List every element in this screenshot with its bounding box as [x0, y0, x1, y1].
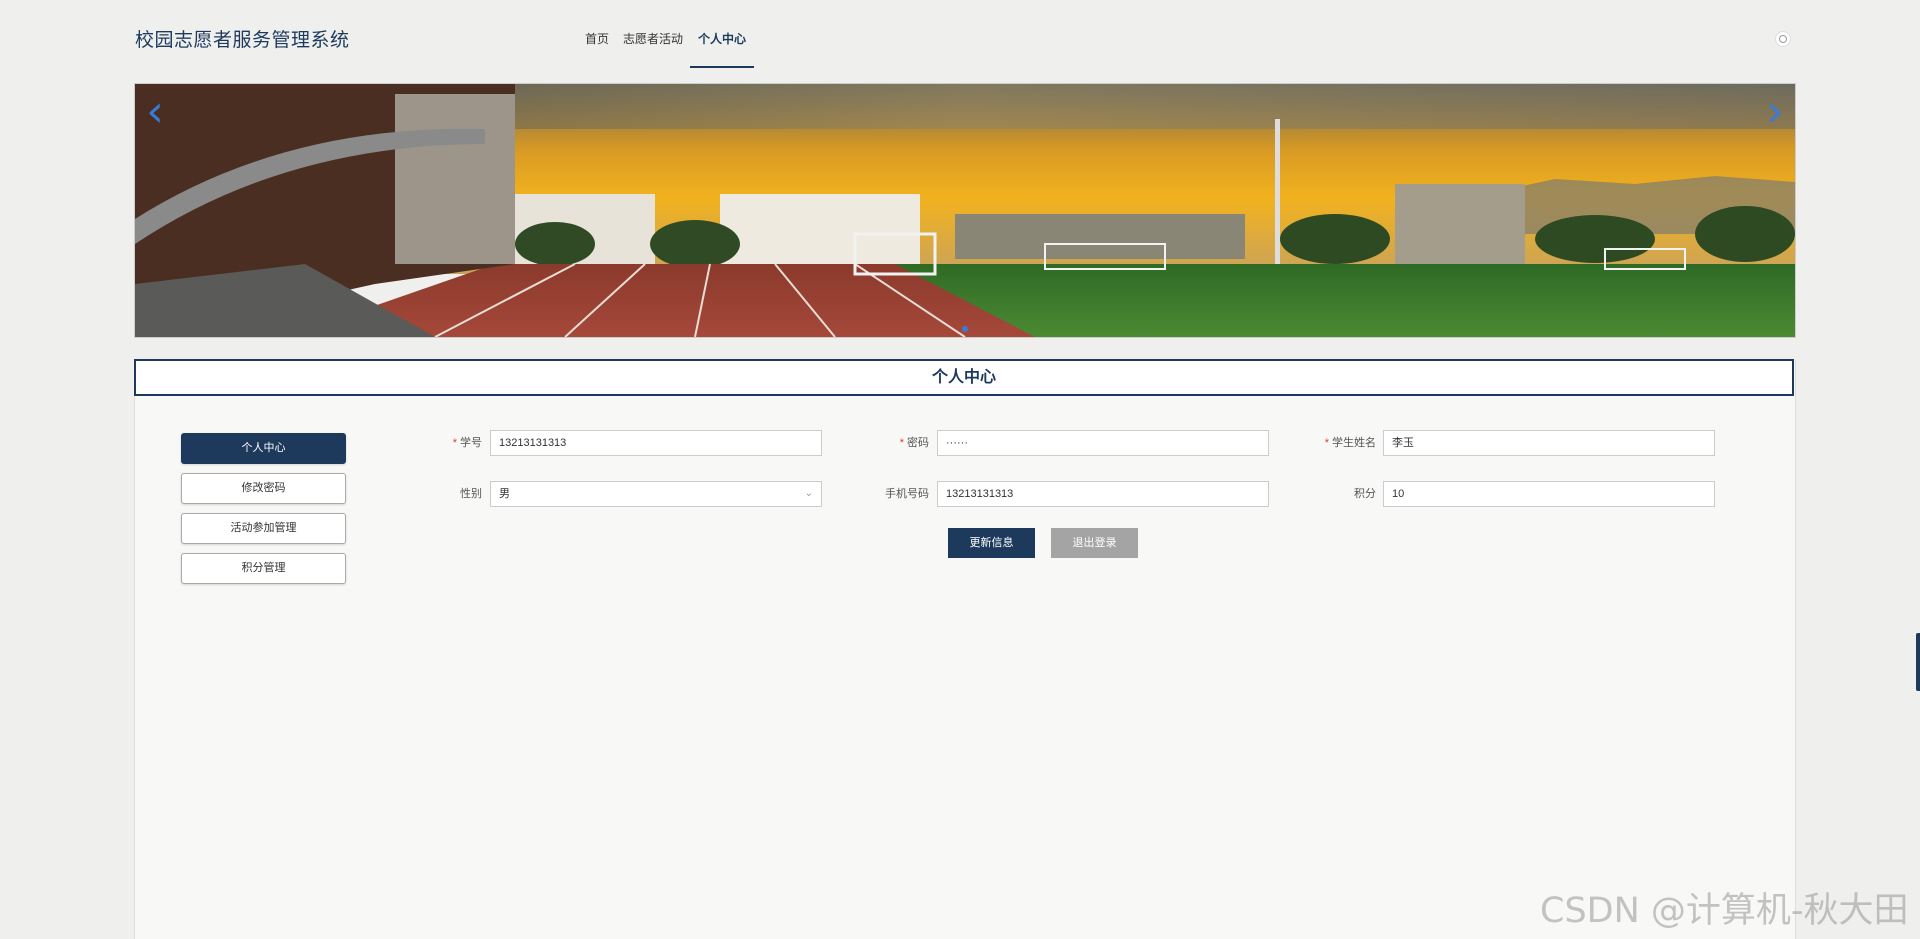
side-menu-item-activity-participation[interactable]: 活动参加管理	[181, 513, 346, 544]
points-field[interactable]: 10	[1383, 481, 1715, 507]
nav-item-home[interactable]: 首页	[578, 0, 616, 66]
student-name-label: * 学生姓名	[1324, 437, 1376, 449]
student-no-field[interactable]: 13213131313	[490, 430, 822, 456]
banner-image	[135, 84, 1795, 337]
side-menu-item-change-password[interactable]: 修改密码	[181, 473, 346, 504]
top-header: 校园志愿者服务管理系统 首页 志愿者活动 个人中心	[0, 0, 1920, 74]
side-menu-item-personal-center[interactable]: 个人中心	[181, 433, 346, 464]
logout-button[interactable]: 退出登录	[1051, 528, 1138, 558]
gender-label: 性别	[460, 488, 482, 500]
chevron-left-icon: ‹	[146, 86, 164, 137]
chevron-right-icon: ›	[1766, 86, 1784, 137]
student-no-label: * 学号	[452, 437, 482, 449]
power-icon[interactable]	[1775, 31, 1791, 47]
student-name-field[interactable]: 李玉	[1383, 430, 1715, 456]
nav-item-personal-center[interactable]: 个人中心	[690, 0, 755, 68]
section-title: 个人中心	[134, 359, 1794, 396]
required-marker: *	[452, 437, 457, 449]
chevron-down-icon: ⌄	[804, 488, 813, 499]
nav-item-volunteer-activities[interactable]: 志愿者活动	[616, 0, 690, 66]
required-marker: *	[1324, 437, 1329, 449]
site-title: 校园志愿者服务管理系统	[135, 30, 350, 51]
banner-indicator-dot[interactable]	[962, 326, 968, 332]
update-info-button[interactable]: 更新信息	[948, 528, 1035, 558]
gender-selected-value: 男	[499, 488, 510, 500]
required-marker: *	[899, 437, 904, 449]
banner-next-button[interactable]: ›	[1760, 90, 1790, 134]
watermark: CSDN @计算机-秋大田	[1540, 891, 1909, 931]
side-menu-item-points-management[interactable]: 积分管理	[181, 553, 346, 584]
banner-carousel: ‹ ›	[134, 83, 1796, 338]
banner-prev-button[interactable]: ‹	[140, 90, 170, 134]
password-label: * 密码	[899, 437, 929, 449]
phone-field[interactable]: 13213131313	[937, 481, 1269, 507]
main-nav: 首页 志愿者活动 个人中心	[578, 0, 755, 68]
points-label: 积分	[1354, 488, 1376, 500]
gender-select[interactable]: 男 ⌄	[490, 481, 822, 507]
password-field[interactable]: ······	[937, 430, 1269, 456]
side-menu: 个人中心 修改密码 活动参加管理 积分管理	[181, 433, 346, 593]
phone-label: 手机号码	[885, 488, 929, 500]
side-drawer-handle[interactable]	[1916, 633, 1920, 691]
